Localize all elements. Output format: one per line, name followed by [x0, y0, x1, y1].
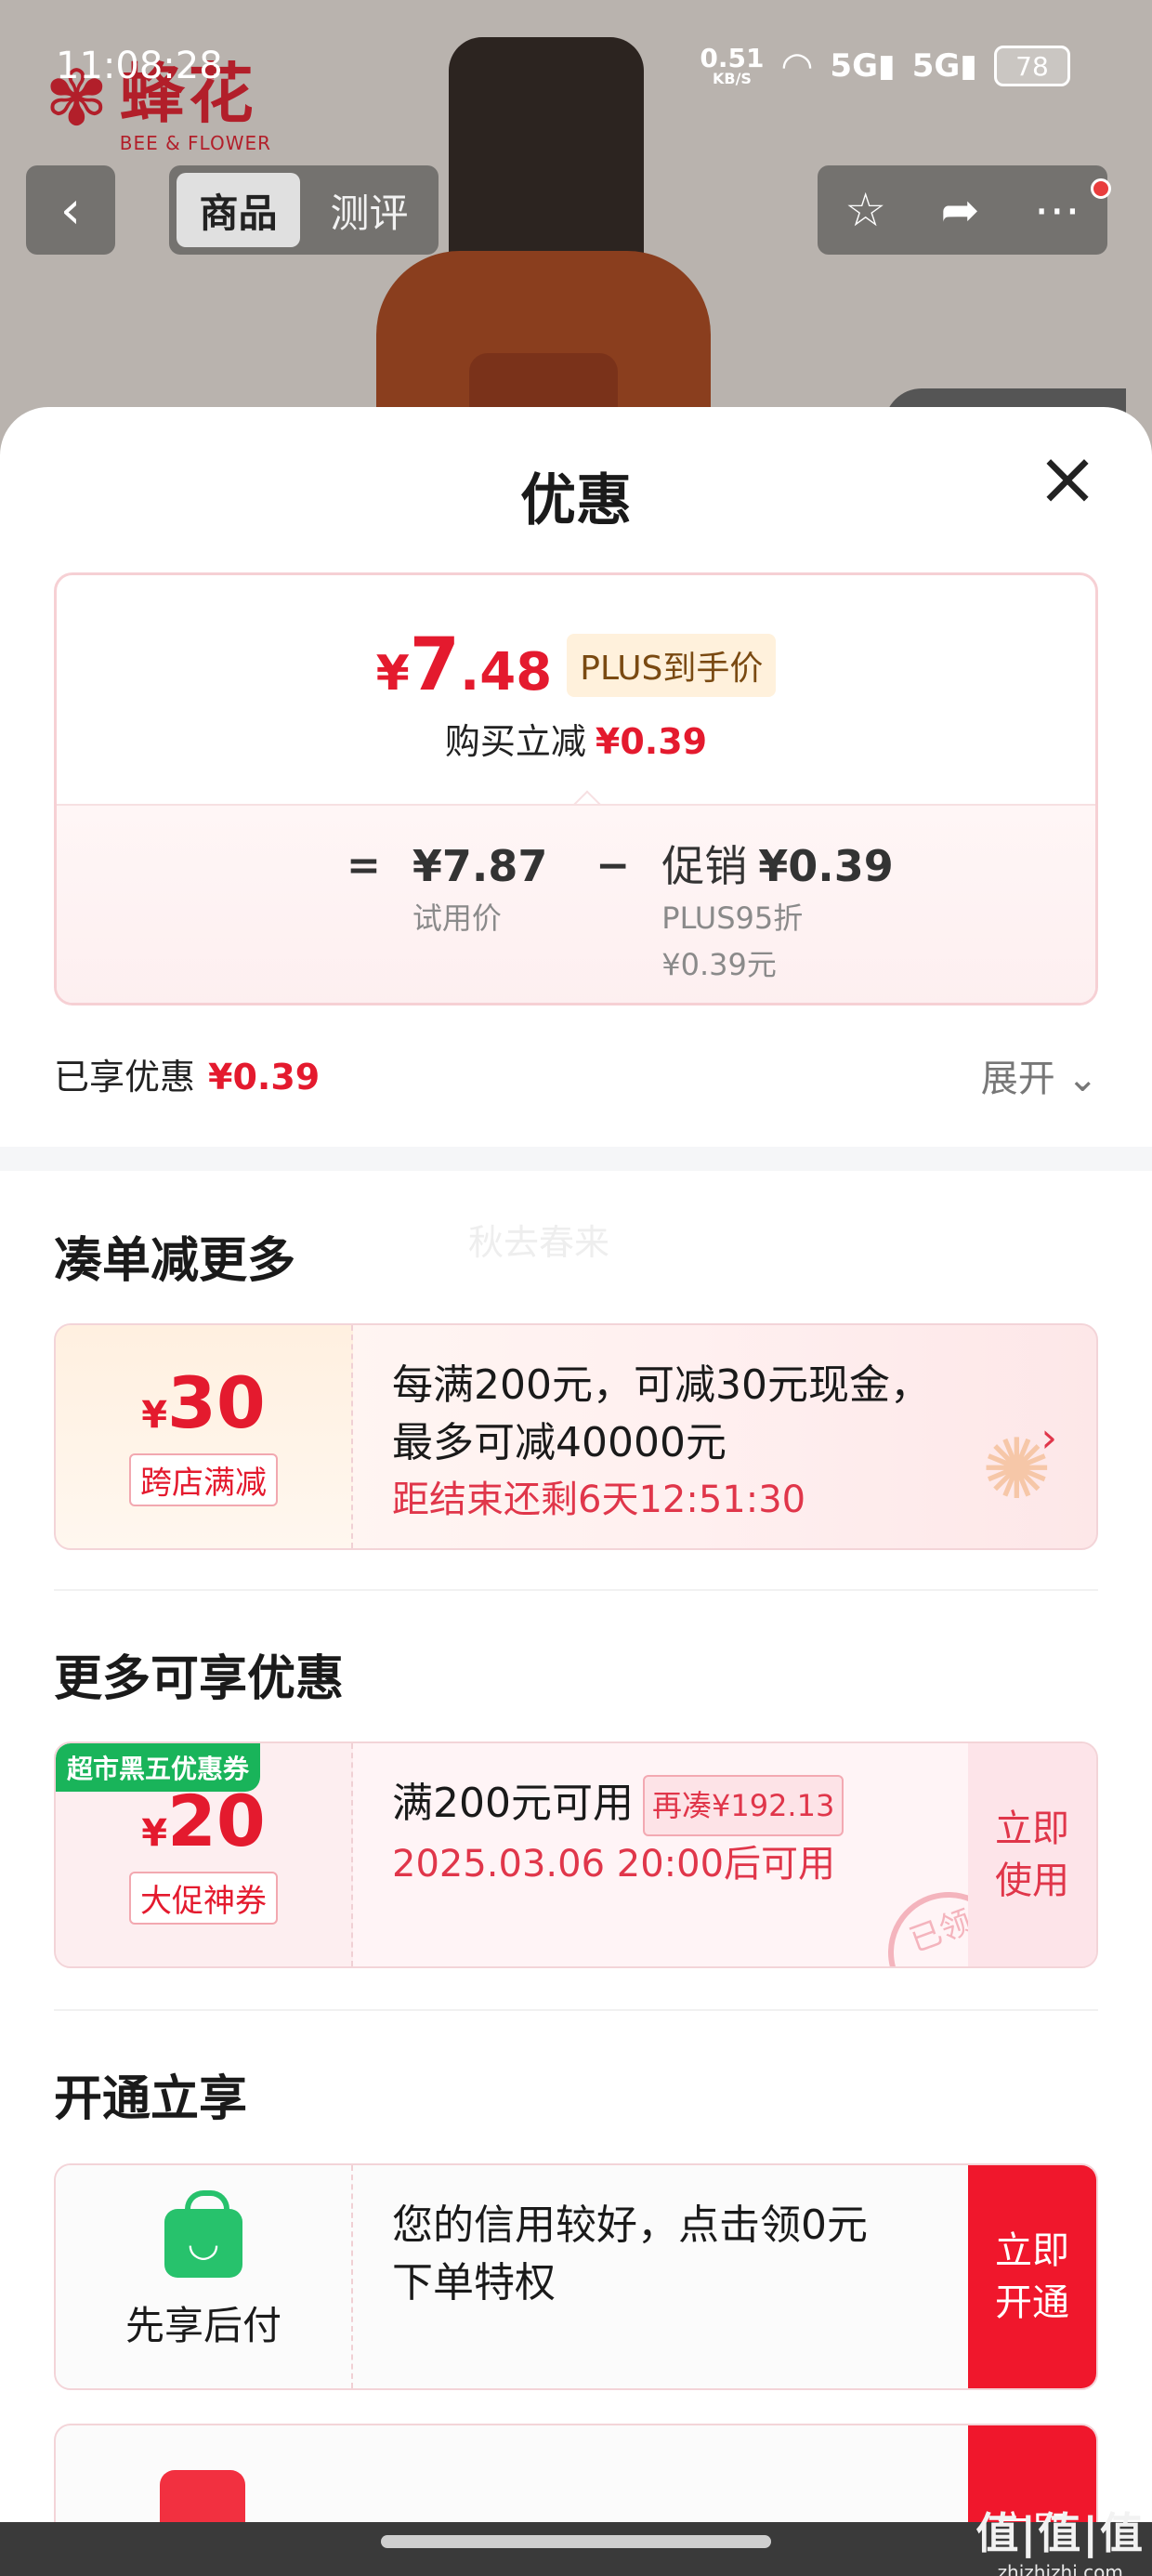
watermark-logo: 值|值|值 zhizhizhi.com [975, 2508, 1145, 2576]
more-icon[interactable]: ⋯ [1034, 183, 1080, 237]
tab-review[interactable]: 测评 [308, 173, 431, 247]
coupon-rule-max: 最多可减40000元 [392, 1419, 727, 1466]
expand-button[interactable]: 展开 ⌄ [981, 1048, 1098, 1102]
offer-text: 您的信用较好，点击领0元 [392, 2201, 868, 2249]
tab-bar: 商品 测评 [169, 165, 439, 255]
discount-sheet: 优惠 × ¥7.48 PLUS到手价 购买立减 ¥0.39 = ¥7.87 试用价 [0, 407, 1152, 2576]
instant-discount: 购买立减 ¥0.39 [444, 721, 708, 762]
notification-dot [1091, 178, 1111, 199]
promo-term: 促销 ¥0.39 PLUS95折 ¥0.39元 [661, 841, 894, 982]
divider [54, 2009, 1098, 2011]
coupon-tag: 跨店满减 [129, 1452, 278, 1506]
add-more-note: 再凑¥192.13 [642, 1775, 844, 1836]
back-icon: ‹ [59, 179, 82, 241]
coupon-tag: 大促神券 [129, 1871, 278, 1925]
shopping-bag-icon: ◡ [164, 2189, 242, 2278]
battery-icon: 78 [994, 46, 1070, 86]
share-icon[interactable]: ➦ [940, 183, 979, 237]
star-icon[interactable]: ☆ [844, 183, 886, 237]
section-title-more: 更多可享优惠 [54, 1651, 345, 1707]
supermarket-coupon: 超市黑五优惠券 ¥20 大促神券 满200元可用 再凑¥192.13 2025.0… [54, 1741, 1098, 1968]
signal-icon: 5G▮ [911, 47, 977, 85]
status-time: 11:08:28 [56, 45, 223, 87]
close-button[interactable]: × [1035, 441, 1100, 516]
chevron-right-icon: › [1041, 1414, 1057, 1462]
use-now-button[interactable]: 立即 使用 [968, 1743, 1096, 1966]
minus-sign: − [596, 842, 631, 889]
pay-later-offer: ◡ 先享后付 您的信用较好，点击领0元 下单特权 立即 开通 [54, 2163, 1098, 2390]
divider [54, 1589, 1098, 1591]
equals-sign: = [347, 842, 381, 889]
cross-store-coupon[interactable]: ¥30 跨店满减 每满200元，可减30元现金， 最多可减40000元 距结束还… [54, 1323, 1098, 1550]
coupon-rule: 每满200元，可减30元现金， [392, 1361, 931, 1409]
plus-price-tag: PLUS到手价 [567, 634, 777, 697]
coupon-ribbon: 超市黑五优惠券 [56, 1743, 261, 1792]
countdown-text: 距结束还剩6天12:51:30 [392, 1479, 806, 1521]
status-bar: 11:08:28 0.51 KB/S ◠ 5G▮ 5G▮ 78 [0, 45, 1152, 91]
coupon-valid-time: 2025.03.06 20:00后可用 [392, 1843, 836, 1886]
net-speed: 0.51 KB/S [700, 43, 765, 87]
section-title-open: 开通立享 [54, 2071, 248, 2127]
offer-text-2: 下单特权 [392, 2259, 556, 2307]
back-button[interactable]: ‹ [26, 165, 115, 255]
base-price-term: ¥7.87 试用价 [412, 841, 548, 936]
home-indicator[interactable] [381, 2535, 771, 2548]
close-icon: × [1036, 435, 1099, 521]
section-title-combine: 凑单减更多 [54, 1233, 296, 1289]
section-divider [0, 1147, 1152, 1171]
sheet-title: 优惠 [520, 468, 632, 533]
price-breakdown-card: ¥7.48 PLUS到手价 购买立减 ¥0.39 = ¥7.87 试用价 − 促销… [54, 572, 1098, 1005]
brand-name-en: BEE & FLOWER [119, 132, 272, 154]
final-price: ¥7.48 [375, 624, 553, 707]
watermark-text: 秋去春来 [468, 1222, 610, 1263]
open-now-button[interactable]: 立即 开通 [968, 2165, 1096, 2388]
coupon-amount: ¥20 [141, 1779, 266, 1862]
tab-product[interactable]: 商品 [177, 173, 300, 247]
pay-later-label: 先享后付 [124, 2302, 281, 2348]
price-formula: = ¥7.87 试用价 − 促销 ¥0.39 PLUS95折 ¥0.39元 [347, 841, 942, 984]
enjoyed-discount: 已享优惠 ¥0.39 [54, 1057, 321, 1097]
coupon-condition: 满200元可用 再凑¥192.13 [392, 1775, 844, 1836]
signal-icon: 5G▮ [830, 47, 896, 85]
action-group: ☆ ➦ ⋯ [818, 165, 1111, 255]
wifi-icon: ◠ [780, 45, 814, 87]
coupon-amount: ¥30 [141, 1360, 266, 1444]
